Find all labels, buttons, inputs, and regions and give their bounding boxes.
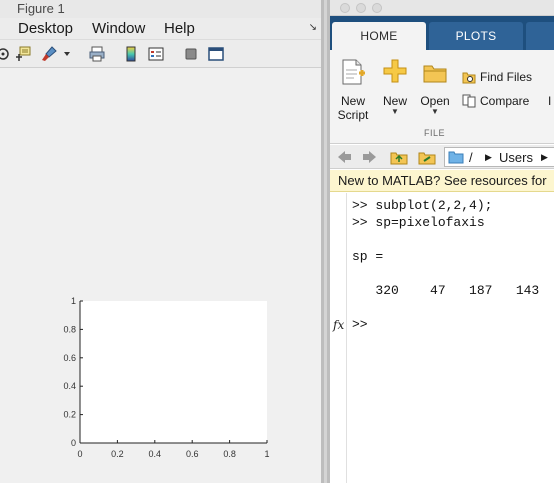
window-divider xyxy=(321,0,330,483)
menu-desktop[interactable]: Desktop xyxy=(18,20,73,37)
figure-title: Figure 1 xyxy=(17,1,65,16)
find-files-button[interactable]: Find Files xyxy=(462,68,532,86)
minimize-window-icon[interactable] xyxy=(356,3,366,13)
y-tick-label: 0.8 xyxy=(63,324,76,334)
banner-text[interactable]: New to MATLAB? See resources for xyxy=(338,173,547,188)
new-label: New xyxy=(382,94,407,108)
matlab-window: HOME PLOTS New Script New ▼ Open ▼ Find … xyxy=(330,0,554,483)
new-script-button[interactable]: New Script xyxy=(333,58,373,122)
x-tick-label: 0.2 xyxy=(111,449,124,459)
find-files-label: Find Files xyxy=(480,70,533,84)
y-tick-label: 0.4 xyxy=(63,381,76,391)
y-tick-label: 1 xyxy=(71,296,76,306)
y-tick-label: 0.2 xyxy=(63,410,76,420)
x-tick-label: 1 xyxy=(264,449,269,459)
tab-home[interactable]: HOME xyxy=(332,22,426,50)
fx-icon[interactable]: fx xyxy=(333,318,344,332)
window-titlebar[interactable] xyxy=(330,0,554,16)
ribbon-body: New Script New ▼ Open ▼ Find Files Compar… xyxy=(330,50,554,144)
path-users[interactable]: Users xyxy=(499,150,533,165)
path-separator-icon: ▶ xyxy=(541,152,548,162)
compare-label: Compare xyxy=(480,94,530,108)
figure-canvas[interactable]: 0 0.2 0.4 0.6 0.8 1 0 0.2 0.4 0.6 0.8 1 xyxy=(0,69,321,483)
new-plus-icon xyxy=(382,58,408,86)
hide-tools-icon[interactable] xyxy=(182,45,200,63)
axes[interactable]: 0 0.2 0.4 0.6 0.8 1 0 0.2 0.4 0.6 0.8 1 xyxy=(0,69,321,483)
command-line: >> sp=pixelofaxis xyxy=(352,215,485,230)
rotate-icon[interactable] xyxy=(0,45,12,63)
close-window-icon[interactable] xyxy=(340,3,350,13)
x-tick-label: 0.4 xyxy=(149,449,162,459)
tab-apps[interactable] xyxy=(526,22,554,50)
legend-icon[interactable] xyxy=(147,45,165,63)
getting-started-banner[interactable]: New to MATLAB? See resources for xyxy=(330,170,554,192)
new-script-icon xyxy=(340,58,366,86)
command-gutter xyxy=(330,193,347,483)
find-files-icon xyxy=(462,72,476,84)
x-tick-label: 0.6 xyxy=(186,449,199,459)
x-tick-label: 0 xyxy=(77,449,82,459)
menu-help[interactable]: Help xyxy=(164,20,195,37)
figure-titlebar[interactable]: Figure 1 xyxy=(0,0,321,18)
brush-icon[interactable] xyxy=(40,45,58,63)
figure-window: Figure 1 Desktop Window Help ↘ 0 0.2 0.4… xyxy=(0,0,321,483)
address-bar: / ▶ Users ▶ xyxy=(330,145,554,169)
ribbon-tabs: HOME PLOTS xyxy=(330,16,554,50)
open-label: Open xyxy=(420,94,450,108)
browse-folder-icon[interactable] xyxy=(418,149,436,165)
compare-button[interactable]: Compare xyxy=(462,92,529,110)
path-separator-icon: ▶ xyxy=(485,152,492,162)
zoom-window-icon[interactable] xyxy=(372,3,382,13)
y-tick-label: 0 xyxy=(71,438,76,448)
current-folder-path[interactable]: / ▶ Users ▶ xyxy=(444,147,554,167)
colorbar-icon[interactable] xyxy=(122,45,140,63)
path-root[interactable]: / xyxy=(469,150,473,165)
new-dropdown-icon[interactable]: ▼ xyxy=(375,108,415,116)
x-tick-label: 0.8 xyxy=(223,449,236,459)
command-line: >> subplot(2,2,4); xyxy=(352,198,493,213)
open-dropdown-icon[interactable]: ▼ xyxy=(415,108,455,116)
figure-toolbar xyxy=(0,40,321,68)
tab-plots[interactable]: PLOTS xyxy=(429,22,523,50)
up-folder-icon[interactable] xyxy=(390,149,408,165)
compare-icon xyxy=(462,94,476,108)
folder-icon xyxy=(448,151,464,164)
axes-background xyxy=(80,301,267,443)
output-line: sp = xyxy=(352,249,384,264)
command-prompt[interactable]: >> xyxy=(352,317,375,332)
command-window[interactable]: >> subplot(2,2,4); >> sp=pixelofaxis sp … xyxy=(330,193,554,483)
menu-window[interactable]: Window xyxy=(92,20,145,37)
import-button[interactable]: I xyxy=(548,92,551,110)
open-button[interactable]: Open ▼ xyxy=(415,58,455,116)
menu-overflow-icon[interactable]: ↘ xyxy=(309,22,317,33)
y-tick-label: 0.6 xyxy=(63,353,76,363)
open-folder-icon xyxy=(422,58,448,86)
forward-arrow-icon[interactable] xyxy=(362,149,378,165)
file-section-label: FILE xyxy=(424,128,446,138)
data-cursor-icon[interactable] xyxy=(14,45,32,63)
output-line: 320 47 187 143 xyxy=(352,283,540,298)
back-arrow-icon[interactable] xyxy=(336,149,352,165)
brush-dropdown-icon[interactable] xyxy=(62,45,72,63)
dock-icon[interactable] xyxy=(207,45,225,63)
new-script-label: New Script xyxy=(337,94,369,122)
print-icon[interactable] xyxy=(88,45,106,63)
figure-menubar: Desktop Window Help ↘ xyxy=(0,18,321,40)
new-button[interactable]: New ▼ xyxy=(375,58,415,116)
